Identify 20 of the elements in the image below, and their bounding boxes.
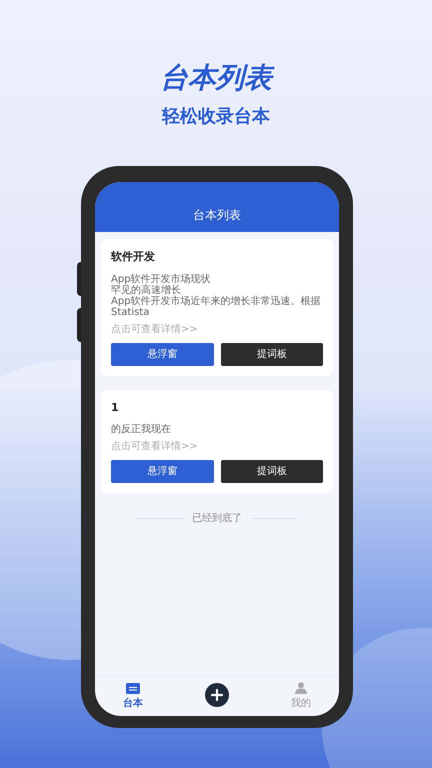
- script-text-line: App软件开发市场现状: [111, 274, 212, 284]
- script-text-line: 的反正我现在: [111, 424, 172, 435]
- teleprompter-button[interactable]: 提词板: [220, 342, 323, 366]
- add-button[interactable]: [205, 682, 229, 706]
- tab-item[interactable]: 台本: [123, 682, 143, 710]
- script-card[interactable]: 软件开发 App软件开发市场现状 罕见的高速增长 App软件开发市场近年来的增长非常迅速。根据Statista 点击可查看详情>> 悬浮窗 提词板: [101, 239, 333, 376]
- script-card[interactable]: 1 的反正我现在 点击可查看详情>> 悬浮窗 提词板: [101, 390, 333, 493]
- script-title: 软件开发: [111, 249, 156, 265]
- floating-window-button[interactable]: 悬浮窗: [111, 342, 214, 366]
- user-icon: [295, 682, 307, 694]
- script-text-line: App软件开发市场近年来的增长非常迅速。根据Statista: [111, 296, 322, 318]
- app-title: 台本列表: [193, 207, 241, 224]
- script-text-line: 罕见的高速增长: [111, 284, 182, 296]
- floating-window-button[interactable]: 悬浮窗: [111, 460, 214, 483]
- teleprompter-button[interactable]: 提词板: [220, 460, 323, 483]
- plus-icon: [211, 688, 223, 700]
- subtitle: 轻松收录台本: [162, 105, 270, 129]
- end-of-list-text: 已经到底了: [192, 512, 242, 526]
- list-card-icon: [126, 682, 140, 694]
- script-title: 1: [111, 400, 120, 416]
